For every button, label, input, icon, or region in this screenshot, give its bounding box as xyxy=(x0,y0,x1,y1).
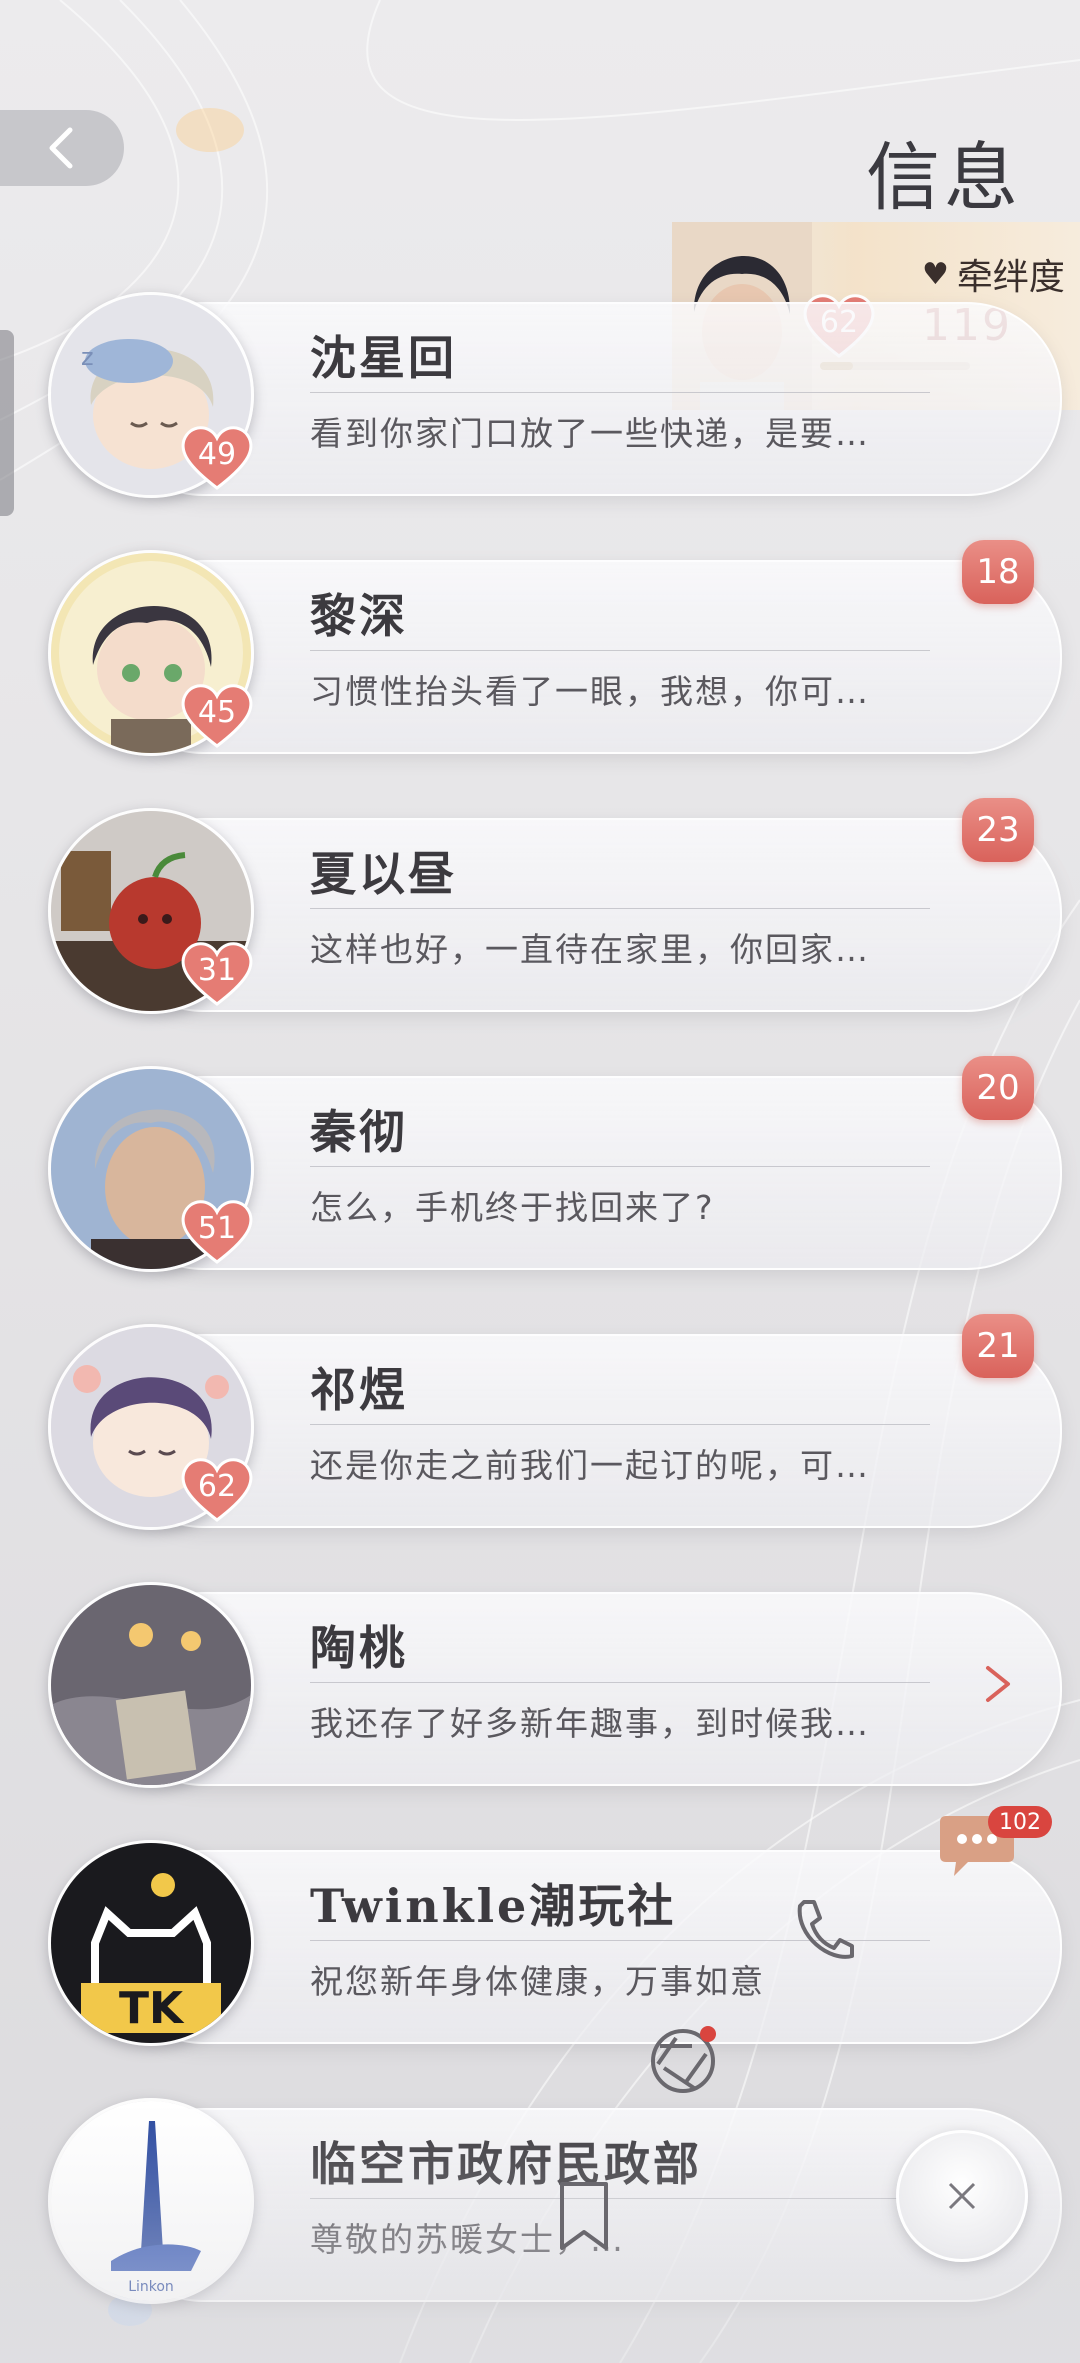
bookmark-icon[interactable] xyxy=(552,2178,616,2254)
page-title: 信息 xyxy=(866,135,1022,221)
last-message: 这样也好，一直待在家里，你回家… xyxy=(310,930,870,969)
last-message: 怎么，手机终于找回来了? xyxy=(310,1188,715,1227)
last-message: 我还存了好多新年趣事，到时候我… xyxy=(310,1704,870,1743)
svg-text:TK: TK xyxy=(119,1983,185,2034)
divider xyxy=(310,2198,930,2199)
level-heart-badge: 45 xyxy=(178,680,256,750)
chevron-left-icon xyxy=(49,127,73,169)
avatar: Linkon xyxy=(48,2098,254,2304)
chat-unread-badge: 102 xyxy=(988,1806,1052,1838)
contact-name: 陶桃 xyxy=(310,1621,408,1675)
avatar: TK xyxy=(48,1840,254,2046)
contact-item[interactable]: 陶桃 我还存了好多新年趣事，到时候我… xyxy=(48,1582,1062,1788)
heart-icon: ♥ xyxy=(922,256,949,292)
divider xyxy=(310,650,930,651)
contact-item[interactable]: TK Twinkle潮玩社 祝您新年身体健康，万事如意 xyxy=(48,1840,1062,2046)
divider xyxy=(310,1682,930,1683)
close-icon xyxy=(948,2182,976,2210)
contact-name: 夏以昼 xyxy=(310,847,457,901)
last-message: 看到你家门口放了一些快递，是要… xyxy=(310,414,870,453)
chevron-right-icon[interactable] xyxy=(980,1662,1016,1706)
avatar xyxy=(48,1582,254,1788)
unread-badge: 21 xyxy=(962,1314,1034,1378)
contact-name: 临空市政府民政部 xyxy=(310,2137,702,2191)
close-menu-button[interactable] xyxy=(896,2130,1028,2262)
level-heart-badge: 62 xyxy=(178,1454,256,1524)
divider xyxy=(310,908,930,909)
contact-item[interactable]: 31 夏以昼 这样也好，一直待在家里，你回家… 23 xyxy=(48,798,1062,1014)
contact-item[interactable]: 45 黎深 习惯性抬头看了一眼，我想，你可… 18 xyxy=(48,540,1062,756)
svg-text:Linkon: Linkon xyxy=(128,2279,174,2295)
level-heart-badge: 31 xyxy=(178,938,256,1008)
contact-name: Twinkle潮玩社 xyxy=(310,1879,677,1933)
divider xyxy=(310,392,930,393)
contact-name: 秦彻 xyxy=(310,1105,408,1159)
unread-badge: 18 xyxy=(962,540,1034,604)
contact-name: 祁煜 xyxy=(310,1363,408,1417)
unread-badge: 23 xyxy=(962,798,1034,862)
divider xyxy=(310,1424,930,1425)
level-heart-badge: 51 xyxy=(178,1196,256,1266)
last-message: 祝您新年身体健康，万事如意 xyxy=(310,1962,765,2001)
contact-name: 黎深 xyxy=(310,589,408,643)
last-message: 习惯性抬头看了一眼，我想，你可… xyxy=(310,672,870,711)
level-heart-badge: 49 xyxy=(178,422,256,492)
contact-item[interactable]: z 49 沈星回 看到你家门口放了一些快递，是要… xyxy=(48,292,1062,498)
last-message: 尊敬的苏暖女士，… xyxy=(310,2220,625,2259)
phone-icon[interactable] xyxy=(790,1896,854,1966)
contact-name: 沈星回 xyxy=(310,331,457,385)
side-drawer-handle[interactable] xyxy=(0,330,14,516)
contact-item[interactable]: 51 秦彻 怎么，手机终于找回来了? 20 xyxy=(48,1056,1062,1272)
unread-badge: 20 xyxy=(962,1056,1034,1120)
svg-text:z: z xyxy=(81,343,94,371)
aperture-icon[interactable] xyxy=(646,2024,720,2098)
last-message: 还是你走之前我们一起订的呢，可… xyxy=(310,1446,870,1485)
divider xyxy=(310,1166,930,1167)
back-button[interactable] xyxy=(0,110,124,186)
contact-item[interactable]: 62 祁煜 还是你走之前我们一起订的呢，可… 21 xyxy=(48,1314,1062,1530)
